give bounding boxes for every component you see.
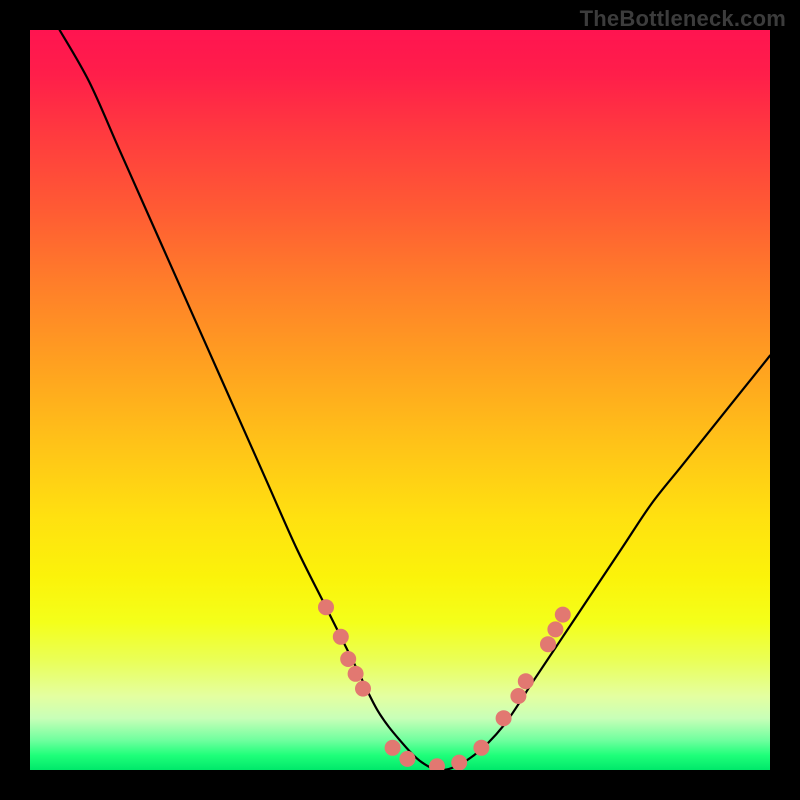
curve-marker — [399, 751, 415, 767]
curve-marker — [496, 710, 512, 726]
curve-marker — [318, 599, 334, 615]
curve-marker — [555, 607, 571, 623]
plot-area — [30, 30, 770, 770]
bottleneck-curve — [60, 30, 770, 770]
chart-frame: TheBottleneck.com — [0, 0, 800, 800]
curve-marker — [473, 740, 489, 756]
bottleneck-chart — [30, 30, 770, 770]
curve-marker — [540, 636, 556, 652]
curve-marker — [547, 621, 563, 637]
curve-marker — [510, 688, 526, 704]
curve-marker — [429, 758, 445, 770]
watermark-text: TheBottleneck.com — [580, 6, 786, 32]
curve-marker — [355, 681, 371, 697]
curve-marker — [518, 673, 534, 689]
curve-marker — [451, 755, 467, 770]
curve-marker — [385, 740, 401, 756]
curve-marker — [340, 651, 356, 667]
curve-marker — [333, 629, 349, 645]
curve-markers — [318, 599, 571, 770]
curve-marker — [348, 666, 364, 682]
